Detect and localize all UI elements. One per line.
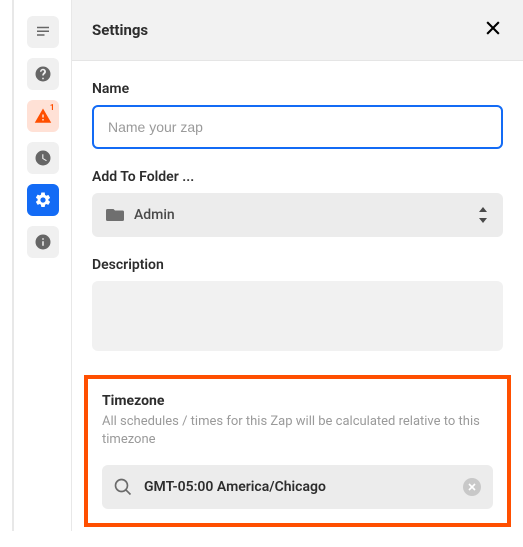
settings-panel: Settings Name Add To Folder ... Admin <box>71 0 523 531</box>
folder-selected-value: Admin <box>134 207 175 223</box>
rail-help-button[interactable] <box>27 58 59 90</box>
rail-alerts-button[interactable]: 1 <box>27 100 59 132</box>
description-label: Description <box>92 257 503 273</box>
alerts-badge: 1 <box>50 103 55 112</box>
close-button[interactable] <box>483 18 503 42</box>
timezone-label: Timezone <box>102 393 493 409</box>
name-input[interactable] <box>92 105 503 149</box>
help-icon <box>34 65 52 83</box>
timezone-field-group: Timezone All schedules / times for this … <box>84 375 511 527</box>
gear-icon <box>34 191 52 209</box>
folder-icon <box>106 207 124 223</box>
x-icon <box>468 483 476 491</box>
rail-outline-button[interactable] <box>27 16 59 48</box>
clear-button[interactable] <box>463 478 481 496</box>
rail-history-button[interactable] <box>27 142 59 174</box>
name-label: Name <box>92 81 503 97</box>
outline-icon <box>34 23 52 41</box>
side-rail: 1 <box>13 0 71 531</box>
panel-body: Name Add To Folder ... Admin Description <box>72 61 523 547</box>
folder-select[interactable]: Admin <box>92 193 503 237</box>
timezone-value: GMT-05:00 America/Chicago <box>144 479 326 495</box>
folder-label: Add To Folder ... <box>92 169 503 185</box>
name-field-group: Name <box>92 81 503 149</box>
rail-info-button[interactable] <box>27 226 59 258</box>
close-icon <box>483 18 503 38</box>
panel-title: Settings <box>92 21 148 39</box>
timezone-hint: All schedules / times for this Zap will … <box>102 413 493 449</box>
description-field-group: Description <box>92 257 503 355</box>
description-textarea[interactable] <box>92 281 503 351</box>
panel-header: Settings <box>72 0 523 61</box>
rail-settings-button[interactable] <box>27 184 59 216</box>
clock-icon <box>34 149 52 167</box>
info-icon <box>34 233 52 251</box>
timezone-input[interactable]: GMT-05:00 America/Chicago <box>102 465 493 509</box>
alert-icon <box>34 107 52 125</box>
sort-arrows-icon <box>477 207 489 223</box>
folder-field-group: Add To Folder ... Admin <box>92 169 503 237</box>
search-icon <box>114 478 132 496</box>
